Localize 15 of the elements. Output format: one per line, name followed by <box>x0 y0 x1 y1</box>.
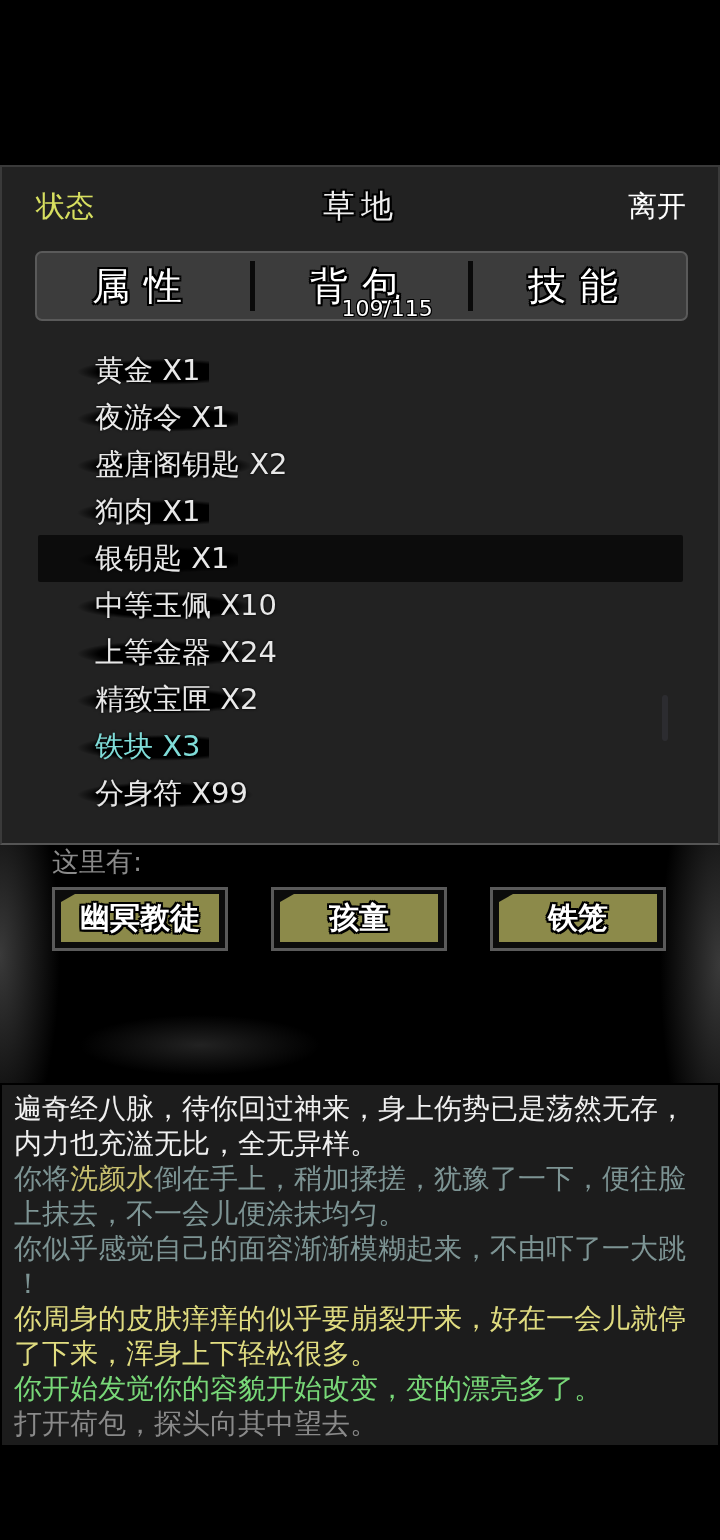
tab[interactable]: 技能 <box>473 253 686 319</box>
npc-button[interactable]: 铁笼 <box>490 887 666 951</box>
log-message: 遍奇经八脉，待你回过神来，身上伤势已是荡然无存，内力也充溢无比，全无异样。 <box>14 1091 686 1161</box>
log-message: 你周身的皮肤痒痒的似乎要崩裂开来，好在一会儿就停了下来，浑身上下轻松很多。 <box>14 1301 686 1371</box>
status-button[interactable]: 状态 <box>36 187 94 227</box>
log-message: 你似乎感觉自己的面容渐渐模糊起来，不由吓了一大跳！ <box>14 1231 686 1301</box>
leave-button[interactable]: 离开 <box>628 187 686 227</box>
npc-button[interactable]: 孩童 <box>271 887 447 951</box>
log-message: 你开始发觉你的容貌开始改变，变的漂亮多了。 <box>14 1371 603 1406</box>
npc-button[interactable]: 幽冥教徒 <box>52 887 228 951</box>
log-message: 你将洗颜水倒在手上，稍加揉搓，犹豫了一下，便往脸上抹去，不一会儿便涂抹均匀。 <box>14 1161 686 1231</box>
location-title: 草地 <box>323 186 399 227</box>
log-message: 打开荷包，探头向其中望去。 <box>14 1406 379 1441</box>
tab[interactable]: 属性 <box>37 253 250 319</box>
here-label: 这里有: <box>52 845 144 879</box>
